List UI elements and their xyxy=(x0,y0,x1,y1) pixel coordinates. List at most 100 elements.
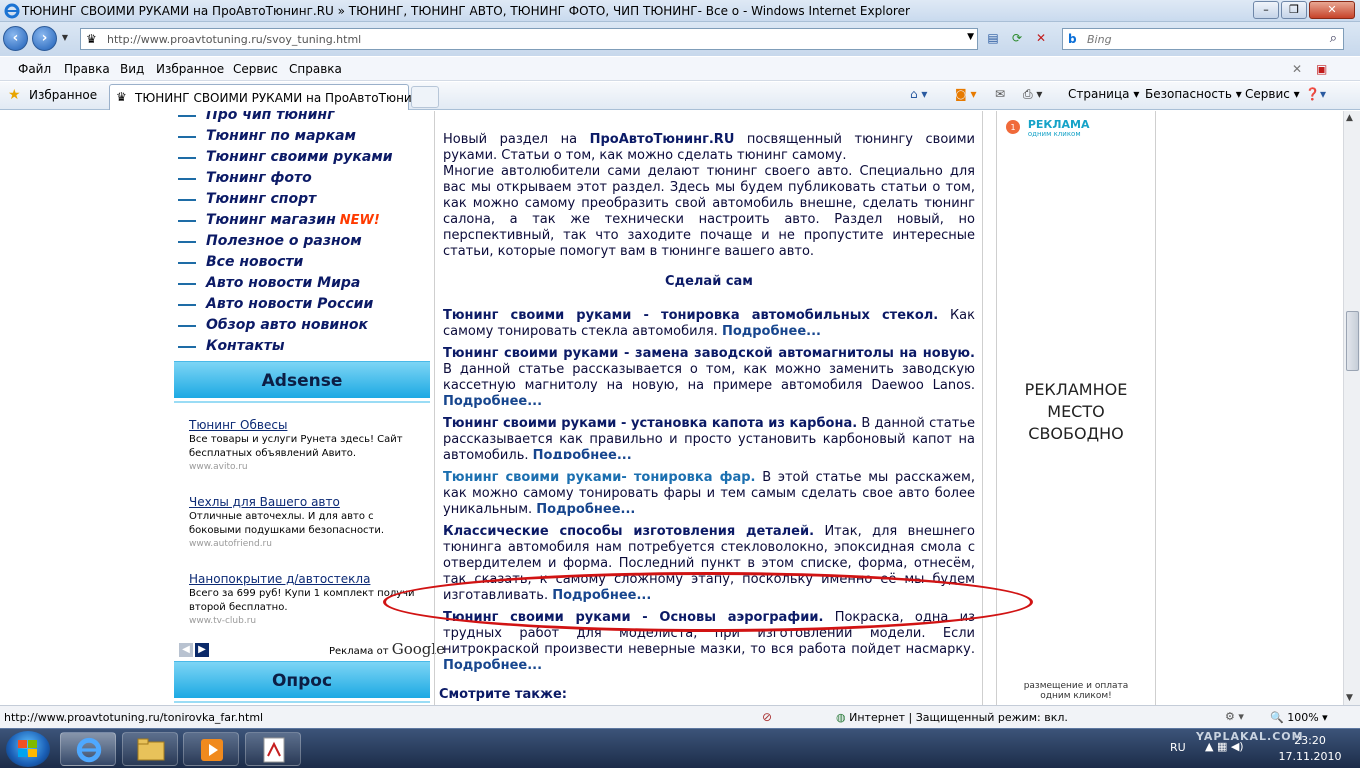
menu-favorites[interactable]: Избранное xyxy=(156,62,224,76)
left-menu-item-brands[interactable]: Тюнинг по маркам xyxy=(178,128,356,148)
status-url: http://www.proavtotuning.ru/tonirovka_fa… xyxy=(4,711,264,724)
article-title: Тюнинг своими руками - установка капота … xyxy=(443,416,858,431)
globe-icon: ◍ xyxy=(836,711,846,724)
ad-logo-line2: одним кликом xyxy=(1027,130,1081,138)
page-menu[interactable]: Страница ▾ xyxy=(1068,87,1139,101)
article-text: В данной статье рассказывается о том, ка… xyxy=(443,362,975,393)
scroll-down-icon[interactable]: ▼ xyxy=(1346,693,1353,703)
address-dropdown-icon[interactable]: ▼ xyxy=(967,32,974,42)
close-menu-icon[interactable]: ✕ xyxy=(1292,62,1302,76)
ad-free-line: МЕСТО xyxy=(1047,402,1105,421)
ad-description: Все товары и услуги Рунета здесь! Сайт б… xyxy=(189,434,403,459)
left-menu-item-sport[interactable]: Тюнинг спорт xyxy=(178,191,316,211)
tools-menu[interactable]: Сервис ▾ xyxy=(1245,87,1300,101)
menu-help[interactable]: Справка xyxy=(289,62,342,76)
left-menu-item-photo[interactable]: Тюнинг фото xyxy=(178,170,312,190)
forward-button[interactable]: › xyxy=(32,26,57,51)
scroll-up-icon[interactable]: ▲ xyxy=(1346,113,1353,123)
privacy-icon[interactable]: ⊘ xyxy=(762,710,772,724)
new-tab-button[interactable] xyxy=(411,86,439,108)
compatibility-view-icon[interactable]: ▤ xyxy=(982,28,1004,50)
search-box[interactable]: b Bing ⌕ xyxy=(1062,28,1344,50)
more-link[interactable]: Подробнее... xyxy=(722,324,821,339)
print-icon[interactable]: ⎙ ▾ xyxy=(1023,87,1042,102)
address-toolbar: ‹ › ▼ ♛ http://www.proavtotuning.ru/svoy… xyxy=(0,22,1360,56)
more-link[interactable]: Подробнее... xyxy=(536,502,635,517)
security-menu[interactable]: Безопасность ▾ xyxy=(1145,87,1242,101)
home-icon[interactable]: ⌂ ▾ xyxy=(910,87,927,101)
folder-icon xyxy=(137,738,165,761)
left-menu-item-useful[interactable]: Полезное о разном xyxy=(178,233,362,253)
protected-mode-icon[interactable]: ⚙ ▾ xyxy=(1225,710,1244,723)
left-menu-item-diy[interactable]: Тюнинг своими руками xyxy=(178,149,393,169)
ad-title-link[interactable]: Нанопокрытие д/автостекла xyxy=(189,572,419,586)
zoom-control[interactable]: 🔍 100% ▾ xyxy=(1270,711,1328,724)
ad-title-link[interactable]: Чехлы для Вашего авто xyxy=(189,495,419,509)
ad-next-icon[interactable]: ▶ xyxy=(195,643,209,657)
ie-logo-icon xyxy=(4,3,20,19)
ad-logo: 1 РЕКЛАМА одним кликом xyxy=(1004,119,1090,138)
menu-file[interactable]: Файл xyxy=(18,62,51,76)
back-button[interactable]: ‹ xyxy=(3,26,28,51)
history-dropdown-icon[interactable]: ▼ xyxy=(58,28,72,50)
ads-by-google[interactable]: Реклама от Google xyxy=(329,640,445,658)
maximize-button[interactable]: ❐ xyxy=(1281,1,1307,19)
search-icon[interactable]: ⌕ xyxy=(1330,31,1337,46)
menu-edit[interactable]: Правка xyxy=(64,62,110,76)
left-menu-item-contacts[interactable]: Контакты xyxy=(178,338,285,358)
help-icon[interactable]: ❓▾ xyxy=(1305,87,1326,101)
clock-date[interactable]: 17.11.2010 xyxy=(1275,750,1345,763)
translate-icon[interactable]: ▣ xyxy=(1316,62,1327,76)
pdf-icon xyxy=(263,737,285,763)
search-placeholder: Bing xyxy=(1087,33,1112,46)
right-ad-banner[interactable]: 1 РЕКЛАМА одним кликом РЕКЛАМНОЕ МЕСТО С… xyxy=(997,111,1155,705)
start-button[interactable] xyxy=(6,731,50,767)
favorites-button[interactable]: Избранное xyxy=(29,88,97,102)
close-window-button[interactable]: ✕ xyxy=(1309,1,1355,19)
taskbar-explorer-button[interactable] xyxy=(122,732,178,766)
feeds-icon[interactable]: ◙ ▾ xyxy=(955,87,976,101)
menu-tools[interactable]: Сервис xyxy=(233,62,278,76)
read-mail-icon[interactable]: ✉ xyxy=(995,87,1005,101)
more-link[interactable]: Подробнее... xyxy=(533,448,632,459)
menu-dash-icon xyxy=(178,198,196,201)
refresh-icon[interactable]: ⟳ xyxy=(1006,28,1028,50)
minimize-button[interactable]: – xyxy=(1253,1,1279,19)
left-column: Про чип тюнинг Тюнинг по маркам Тюнинг с… xyxy=(174,111,445,705)
left-menu-item-world-news[interactable]: Авто новости Мира xyxy=(178,275,360,295)
vertical-scrollbar[interactable]: ▲ ▼ xyxy=(1343,111,1360,705)
left-menu-item-all-news[interactable]: Все новости xyxy=(178,254,303,274)
article-item-highlighted: Тюнинг своими руками- тонировка фар. В э… xyxy=(443,470,975,518)
address-field[interactable]: ♛ http://www.proavtotuning.ru/svoy_tunin… xyxy=(80,28,978,50)
taskbar-ie-button[interactable] xyxy=(60,732,116,766)
ads-by-label: Реклама от xyxy=(329,646,389,657)
left-menu-item-russia-news[interactable]: Авто новости России xyxy=(178,296,373,316)
ad-prev-icon[interactable]: ◀ xyxy=(179,643,193,657)
menu-view[interactable]: Вид xyxy=(120,62,144,76)
menu-dash-icon xyxy=(178,156,196,159)
ad-title-link[interactable]: Тюнинг Обвесы xyxy=(189,418,419,432)
article-item: Тюнинг своими руками - установка капота … xyxy=(443,416,975,459)
scroll-thumb[interactable] xyxy=(1346,311,1359,371)
ad-block[interactable]: Тюнинг Обвесы Все товары и услуги Рунета… xyxy=(189,418,419,472)
language-indicator[interactable]: RU xyxy=(1170,741,1186,754)
tab-active[interactable]: ♛ ТЮНИНГ СВОИМИ РУКАМИ на ПроАвтоТюни... xyxy=(109,84,423,110)
left-menu-label: Авто новости России xyxy=(206,296,374,312)
stop-icon[interactable]: ✕ xyxy=(1030,28,1052,50)
left-menu-label: Тюнинг спорт xyxy=(206,191,317,207)
taskbar-pdf-button[interactable] xyxy=(245,732,301,766)
article-title-link[interactable]: Тюнинг своими руками- тонировка фар. xyxy=(443,470,756,485)
security-zone[interactable]: ◍ Интернет | Защищенный режим: вкл. xyxy=(836,711,1068,724)
left-menu-label: Тюнинг по маркам xyxy=(206,128,356,144)
left-menu-item-new-cars[interactable]: Обзор авто новинок xyxy=(178,317,368,337)
more-link[interactable]: Подробнее... xyxy=(443,658,542,673)
more-link[interactable]: Подробнее... xyxy=(443,394,542,409)
left-menu-item-shop[interactable]: Тюнинг магазин NEW! xyxy=(178,212,380,232)
menu-dash-icon xyxy=(178,177,196,180)
taskbar-media-button[interactable] xyxy=(183,732,239,766)
windows-logo-icon xyxy=(18,740,37,757)
left-menu-item-chip[interactable]: Про чип тюнинг xyxy=(178,111,334,127)
ad-block[interactable]: Чехлы для Вашего авто Отличные авточехлы… xyxy=(189,495,419,549)
zone-label: Интернет | Защищенный режим: вкл. xyxy=(849,711,1068,724)
favorites-star-icon[interactable]: ★ xyxy=(8,87,21,103)
